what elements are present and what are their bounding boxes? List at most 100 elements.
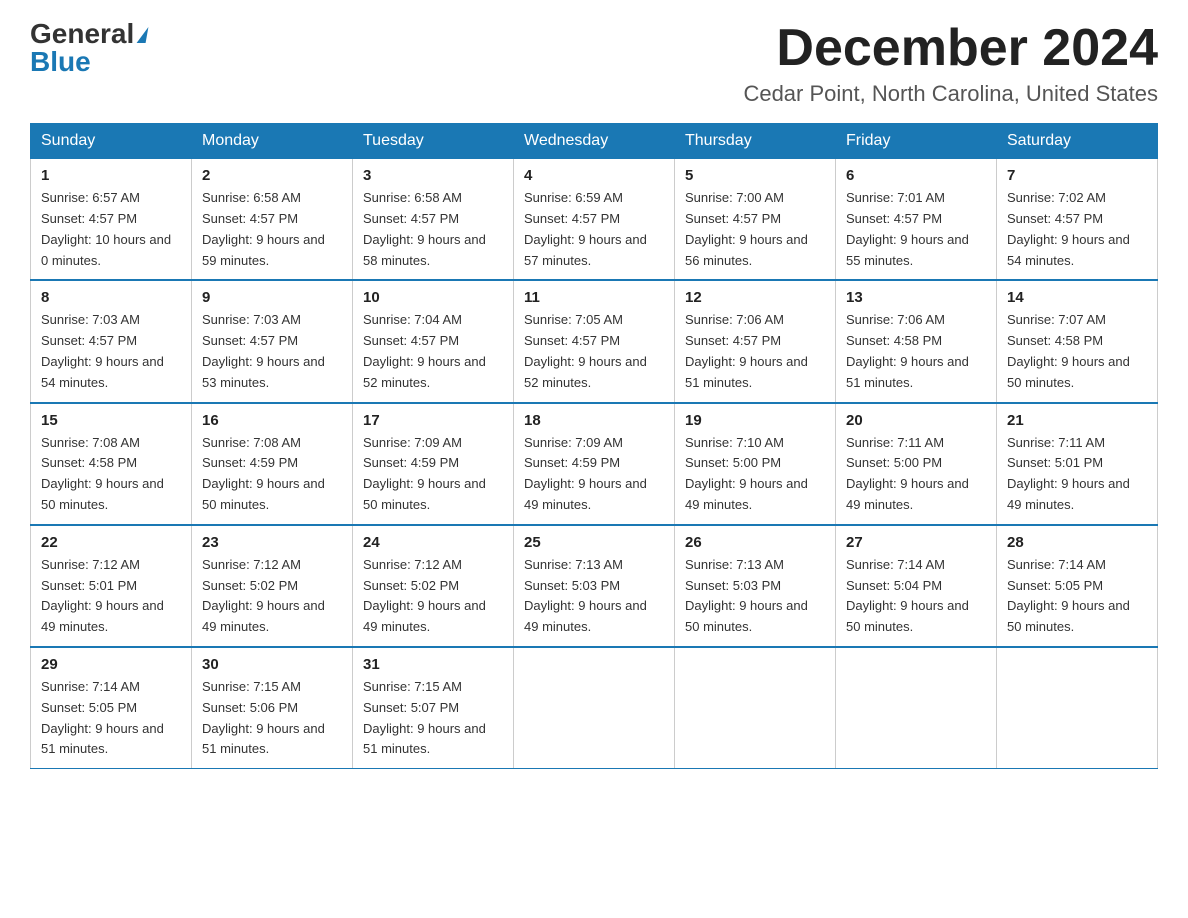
day-info: Sunrise: 7:05 AMSunset: 4:57 PMDaylight:… [524, 310, 664, 393]
day-number: 20 [846, 412, 986, 429]
table-row: 11Sunrise: 7:05 AMSunset: 4:57 PMDayligh… [514, 280, 675, 402]
day-number: 1 [41, 167, 181, 184]
table-row: 17 Sunrise: 7:09 AMSunset: 4:59 PMDayligh… [353, 403, 514, 525]
col-tuesday: Tuesday [353, 124, 514, 159]
table-row [675, 647, 836, 769]
table-row: 24 Sunrise: 7:12 AMSunset: 5:02 PMDayligh… [353, 525, 514, 647]
calendar-week-1: 1Sunrise: 6:57 AMSunset: 4:57 PMDaylight… [31, 159, 1158, 281]
page-header: General Blue December 2024 Cedar Point, … [30, 20, 1158, 107]
day-info: Sunrise: 7:13 AMSunset: 5:03 PMDaylight:… [685, 555, 825, 638]
day-info: Sunrise: 7:07 AMSunset: 4:58 PMDaylight:… [1007, 310, 1147, 393]
day-number: 18 [524, 412, 664, 429]
day-number: 30 [202, 656, 342, 673]
day-info: Sunrise: 7:12 AMSunset: 5:02 PMDaylight:… [363, 555, 503, 638]
table-row: 22 Sunrise: 7:12 AMSunset: 5:01 PMDayligh… [31, 525, 192, 647]
day-number: 19 [685, 412, 825, 429]
table-row: 29 Sunrise: 7:14 AMSunset: 5:05 PMDayligh… [31, 647, 192, 769]
day-number: 31 [363, 656, 503, 673]
day-number: 27 [846, 534, 986, 551]
calendar-week-2: 8 Sunrise: 7:03 AMSunset: 4:57 PMDaylight… [31, 280, 1158, 402]
table-row: 16 Sunrise: 7:08 AMSunset: 4:59 PMDayligh… [192, 403, 353, 525]
day-info: Sunrise: 7:14 AMSunset: 5:05 PMDaylight:… [41, 677, 181, 760]
day-number: 8 [41, 289, 181, 306]
table-row: 18 Sunrise: 7:09 AMSunset: 4:59 PMDayligh… [514, 403, 675, 525]
day-info: Sunrise: 7:06 AMSunset: 4:57 PMDaylight:… [685, 310, 825, 393]
day-number: 17 [363, 412, 503, 429]
day-info: Sunrise: 7:11 AMSunset: 5:01 PMDaylight:… [1007, 433, 1147, 516]
col-saturday: Saturday [997, 124, 1158, 159]
table-row: 6 Sunrise: 7:01 AMSunset: 4:57 PMDaylight… [836, 159, 997, 281]
day-number: 4 [524, 167, 664, 184]
day-number: 29 [41, 656, 181, 673]
table-row: 15 Sunrise: 7:08 AMSunset: 4:58 PMDayligh… [31, 403, 192, 525]
day-info: Sunrise: 7:01 AMSunset: 4:57 PMDaylight:… [846, 188, 986, 271]
table-row: 25 Sunrise: 7:13 AMSunset: 5:03 PMDayligh… [514, 525, 675, 647]
day-info: Sunrise: 7:03 AMSunset: 4:57 PMDaylight:… [41, 310, 181, 393]
day-info: Sunrise: 7:11 AMSunset: 5:00 PMDaylight:… [846, 433, 986, 516]
day-info: Sunrise: 7:02 AMSunset: 4:57 PMDaylight:… [1007, 188, 1147, 271]
col-friday: Friday [836, 124, 997, 159]
day-number: 15 [41, 412, 181, 429]
day-number: 3 [363, 167, 503, 184]
logo-general-text: General [30, 20, 134, 48]
table-row [836, 647, 997, 769]
day-info: Sunrise: 6:59 AMSunset: 4:57 PMDaylight:… [524, 188, 664, 271]
day-number: 6 [846, 167, 986, 184]
day-number: 21 [1007, 412, 1147, 429]
day-info: Sunrise: 6:58 AMSunset: 4:57 PMDaylight:… [363, 188, 503, 271]
day-number: 9 [202, 289, 342, 306]
day-info: Sunrise: 7:12 AMSunset: 5:01 PMDaylight:… [41, 555, 181, 638]
day-info: Sunrise: 6:58 AMSunset: 4:57 PMDaylight:… [202, 188, 342, 271]
table-row: 23Sunrise: 7:12 AMSunset: 5:02 PMDayligh… [192, 525, 353, 647]
day-number: 24 [363, 534, 503, 551]
day-info: Sunrise: 7:15 AMSunset: 5:07 PMDaylight:… [363, 677, 503, 760]
day-number: 16 [202, 412, 342, 429]
table-row: 28 Sunrise: 7:14 AMSunset: 5:05 PMDayligh… [997, 525, 1158, 647]
calendar-week-5: 29 Sunrise: 7:14 AMSunset: 5:05 PMDayligh… [31, 647, 1158, 769]
table-row: 27 Sunrise: 7:14 AMSunset: 5:04 PMDayligh… [836, 525, 997, 647]
table-row: 21 Sunrise: 7:11 AMSunset: 5:01 PMDayligh… [997, 403, 1158, 525]
day-info: Sunrise: 7:09 AMSunset: 4:59 PMDaylight:… [524, 433, 664, 516]
table-row: 13Sunrise: 7:06 AMSunset: 4:58 PMDayligh… [836, 280, 997, 402]
day-number: 25 [524, 534, 664, 551]
table-row: 31 Sunrise: 7:15 AMSunset: 5:07 PMDayligh… [353, 647, 514, 769]
days-of-week-row: Sunday Monday Tuesday Wednesday Thursday… [31, 124, 1158, 159]
table-row: 12 Sunrise: 7:06 AMSunset: 4:57 PMDayligh… [675, 280, 836, 402]
day-info: Sunrise: 7:13 AMSunset: 5:03 PMDaylight:… [524, 555, 664, 638]
day-number: 26 [685, 534, 825, 551]
calendar-table: Sunday Monday Tuesday Wednesday Thursday… [30, 123, 1158, 769]
logo: General Blue [30, 20, 147, 76]
col-sunday: Sunday [31, 124, 192, 159]
day-info: Sunrise: 7:09 AMSunset: 4:59 PMDaylight:… [363, 433, 503, 516]
table-row: 10Sunrise: 7:04 AMSunset: 4:57 PMDayligh… [353, 280, 514, 402]
day-number: 22 [41, 534, 181, 551]
table-row: 14Sunrise: 7:07 AMSunset: 4:58 PMDayligh… [997, 280, 1158, 402]
col-thursday: Thursday [675, 124, 836, 159]
day-info: Sunrise: 7:08 AMSunset: 4:58 PMDaylight:… [41, 433, 181, 516]
day-number: 23 [202, 534, 342, 551]
day-info: Sunrise: 7:08 AMSunset: 4:59 PMDaylight:… [202, 433, 342, 516]
table-row: 19 Sunrise: 7:10 AMSunset: 5:00 PMDayligh… [675, 403, 836, 525]
table-row: 9Sunrise: 7:03 AMSunset: 4:57 PMDaylight… [192, 280, 353, 402]
table-row: 5Sunrise: 7:00 AMSunset: 4:57 PMDaylight… [675, 159, 836, 281]
day-info: Sunrise: 7:14 AMSunset: 5:04 PMDaylight:… [846, 555, 986, 638]
month-title: December 2024 [743, 20, 1158, 77]
table-row: 8 Sunrise: 7:03 AMSunset: 4:57 PMDaylight… [31, 280, 192, 402]
table-row [997, 647, 1158, 769]
table-row: 20 Sunrise: 7:11 AMSunset: 5:00 PMDayligh… [836, 403, 997, 525]
day-info: Sunrise: 7:14 AMSunset: 5:05 PMDaylight:… [1007, 555, 1147, 638]
day-number: 12 [685, 289, 825, 306]
table-row: 4 Sunrise: 6:59 AMSunset: 4:57 PMDaylight… [514, 159, 675, 281]
calendar-week-4: 22 Sunrise: 7:12 AMSunset: 5:01 PMDayligh… [31, 525, 1158, 647]
day-info: Sunrise: 7:10 AMSunset: 5:00 PMDaylight:… [685, 433, 825, 516]
col-monday: Monday [192, 124, 353, 159]
table-row: 1Sunrise: 6:57 AMSunset: 4:57 PMDaylight… [31, 159, 192, 281]
table-row: 7 Sunrise: 7:02 AMSunset: 4:57 PMDaylight… [997, 159, 1158, 281]
day-number: 28 [1007, 534, 1147, 551]
day-number: 13 [846, 289, 986, 306]
day-number: 7 [1007, 167, 1147, 184]
day-info: Sunrise: 7:00 AMSunset: 4:57 PMDaylight:… [685, 188, 825, 271]
day-number: 10 [363, 289, 503, 306]
title-area: December 2024 Cedar Point, North Carolin… [743, 20, 1158, 107]
calendar-week-3: 15 Sunrise: 7:08 AMSunset: 4:58 PMDayligh… [31, 403, 1158, 525]
